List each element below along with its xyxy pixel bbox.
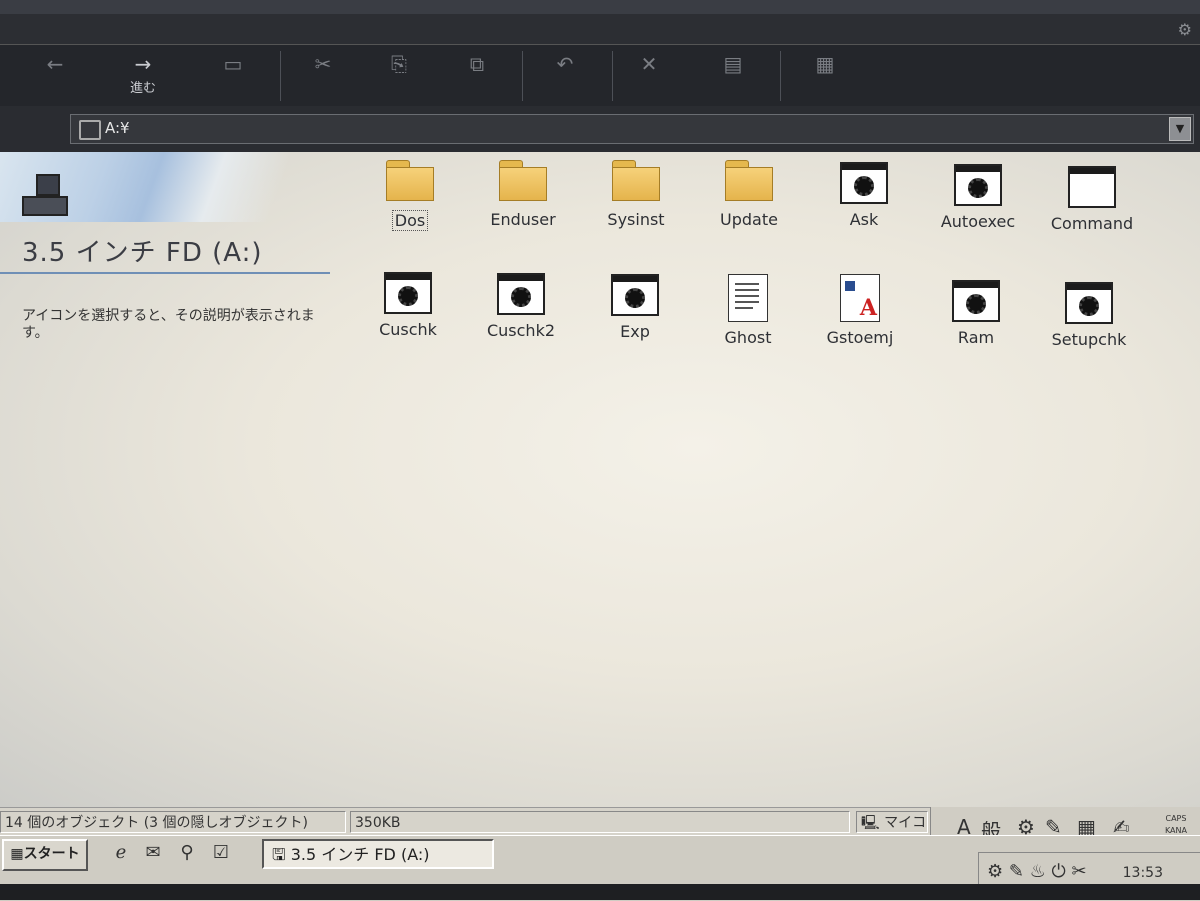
delete-button[interactable]: ✕ bbox=[614, 51, 684, 101]
windows-logo-icon: ▦ bbox=[10, 846, 24, 862]
undo-button[interactable]: ↶ bbox=[530, 51, 600, 101]
file-item-ram[interactable]: Ram bbox=[924, 280, 1028, 347]
folder-icon bbox=[725, 160, 773, 204]
ms-dos-app-icon bbox=[384, 272, 432, 314]
file-item-autoexec[interactable]: Autoexec bbox=[926, 164, 1030, 231]
address-text: A:¥ bbox=[105, 119, 130, 137]
copy-button[interactable]: ⎘ bbox=[364, 51, 434, 101]
status-object-count: 14 個のオブジェクト (3 個の隠しオブジェクト) bbox=[0, 811, 346, 833]
file-item-cuschk2[interactable]: Cuschk2 bbox=[469, 273, 573, 340]
properties-button[interactable]: ▤ bbox=[698, 51, 768, 101]
file-item-exp[interactable]: Exp bbox=[583, 274, 687, 341]
up-button[interactable]: ▭ bbox=[198, 51, 268, 101]
ms-dos-app-icon bbox=[954, 164, 1002, 206]
window-title-bar bbox=[0, 0, 1200, 14]
channels-icon[interactable]: ⚲ bbox=[174, 842, 200, 866]
menu-bar: ⚙ bbox=[0, 14, 1200, 45]
file-item-command[interactable]: Command bbox=[1040, 166, 1144, 233]
drive-title: 3.5 インチ FD (A:) bbox=[22, 238, 263, 268]
word-document-icon: A bbox=[840, 274, 880, 322]
toolbar-separator bbox=[522, 51, 523, 101]
file-item-cuschk[interactable]: Cuschk bbox=[356, 272, 460, 339]
cut-icon: ✂ bbox=[314, 52, 332, 76]
folder-icon bbox=[499, 160, 547, 204]
ms-dos-app-icon bbox=[1065, 282, 1113, 324]
folder-view: 3.5 インチ FD (A:) アイコンを選択すると、その説明が表示されます。 … bbox=[0, 152, 1200, 807]
window-app-icon bbox=[1068, 166, 1116, 208]
show-desktop-icon[interactable]: ☑ bbox=[208, 842, 234, 866]
monitor-bezel bbox=[0, 884, 1200, 900]
floppy-drive-icon bbox=[79, 120, 101, 140]
ms-dos-app-icon bbox=[497, 273, 545, 315]
text-document-icon bbox=[728, 274, 768, 322]
folder-icon bbox=[612, 160, 660, 204]
ms-dos-app-icon bbox=[840, 162, 888, 204]
forward-arrow-icon: → bbox=[134, 52, 152, 76]
file-item-enduser[interactable]: Enduser bbox=[471, 160, 575, 229]
cut-button[interactable]: ✂ bbox=[288, 51, 358, 101]
paste-icon: ⧉ bbox=[469, 52, 485, 76]
toolbar-separator bbox=[280, 51, 281, 101]
sidebar-hint: アイコンを選択すると、その説明が表示されます。 bbox=[22, 308, 315, 341]
ms-dos-app-icon bbox=[952, 280, 1000, 322]
internet-explorer-icon[interactable]: ℯ bbox=[108, 842, 134, 866]
file-item-gstoemj[interactable]: A Gstoemj bbox=[808, 274, 912, 347]
file-item-ghost[interactable]: Ghost bbox=[696, 274, 800, 347]
toolbar-separator bbox=[780, 51, 781, 101]
start-button[interactable]: ▦スタート bbox=[2, 839, 88, 871]
caps-kana-indicator: CAPS KANA bbox=[1164, 814, 1187, 835]
folder-icon bbox=[386, 160, 434, 204]
file-item-ask[interactable]: Ask bbox=[812, 162, 916, 229]
toolbar-separator bbox=[612, 51, 613, 101]
forward-label: 進む bbox=[129, 81, 156, 96]
file-item-dos[interactable]: Dos bbox=[358, 160, 462, 231]
tray-icons[interactable]: ⚙ ✎ ♨ ⏻ ✂ bbox=[987, 861, 1087, 882]
views-icon: ▦ bbox=[815, 52, 835, 76]
clock[interactable]: 13:53 bbox=[1123, 865, 1163, 881]
views-button[interactable]: ▦ bbox=[790, 51, 860, 101]
taskbar-window-button[interactable]: 🖫 3.5 インチ FD (A:) bbox=[262, 839, 494, 869]
my-computer-icon: 🖳 bbox=[861, 815, 880, 831]
title-divider bbox=[0, 272, 330, 274]
paste-button[interactable]: ⧉ bbox=[442, 51, 512, 101]
back-button[interactable]: ← bbox=[20, 51, 90, 101]
address-dropdown-button[interactable]: ▼ bbox=[1169, 117, 1191, 141]
properties-icon: ▤ bbox=[723, 52, 743, 76]
floppy-drive-icon bbox=[22, 174, 68, 218]
file-item-update[interactable]: Update bbox=[697, 160, 801, 229]
floppy-drive-icon: 🖫 bbox=[272, 845, 286, 864]
delete-icon: ✕ bbox=[640, 52, 658, 76]
status-size: 350KB bbox=[350, 811, 850, 833]
windows-logo-icon: ⚙ bbox=[1177, 20, 1192, 39]
status-zone: 🖳 マイコ bbox=[856, 811, 928, 833]
address-input[interactable]: A:¥ ▼ bbox=[70, 114, 1194, 144]
file-item-sysinst[interactable]: Sysinst bbox=[584, 160, 688, 229]
up-folder-icon: ▭ bbox=[223, 52, 243, 76]
outlook-express-icon[interactable]: ✉ bbox=[140, 842, 166, 866]
back-arrow-icon: ← bbox=[46, 52, 64, 76]
toolbar: ← → 進む ▭ ✂ ⎘ ⧉ ↶ ✕ ▤ ▦ bbox=[0, 44, 1200, 108]
copy-icon: ⎘ bbox=[391, 52, 407, 76]
address-bar: A:¥ ▼ bbox=[0, 106, 1200, 152]
ms-dos-app-icon bbox=[611, 274, 659, 316]
file-item-setupchk[interactable]: Setupchk bbox=[1037, 282, 1141, 349]
undo-icon: ↶ bbox=[556, 52, 574, 76]
forward-button[interactable]: → 進む bbox=[108, 51, 178, 101]
web-view-sidebar: 3.5 インチ FD (A:) アイコンを選択すると、その説明が表示されます。 bbox=[0, 152, 340, 807]
